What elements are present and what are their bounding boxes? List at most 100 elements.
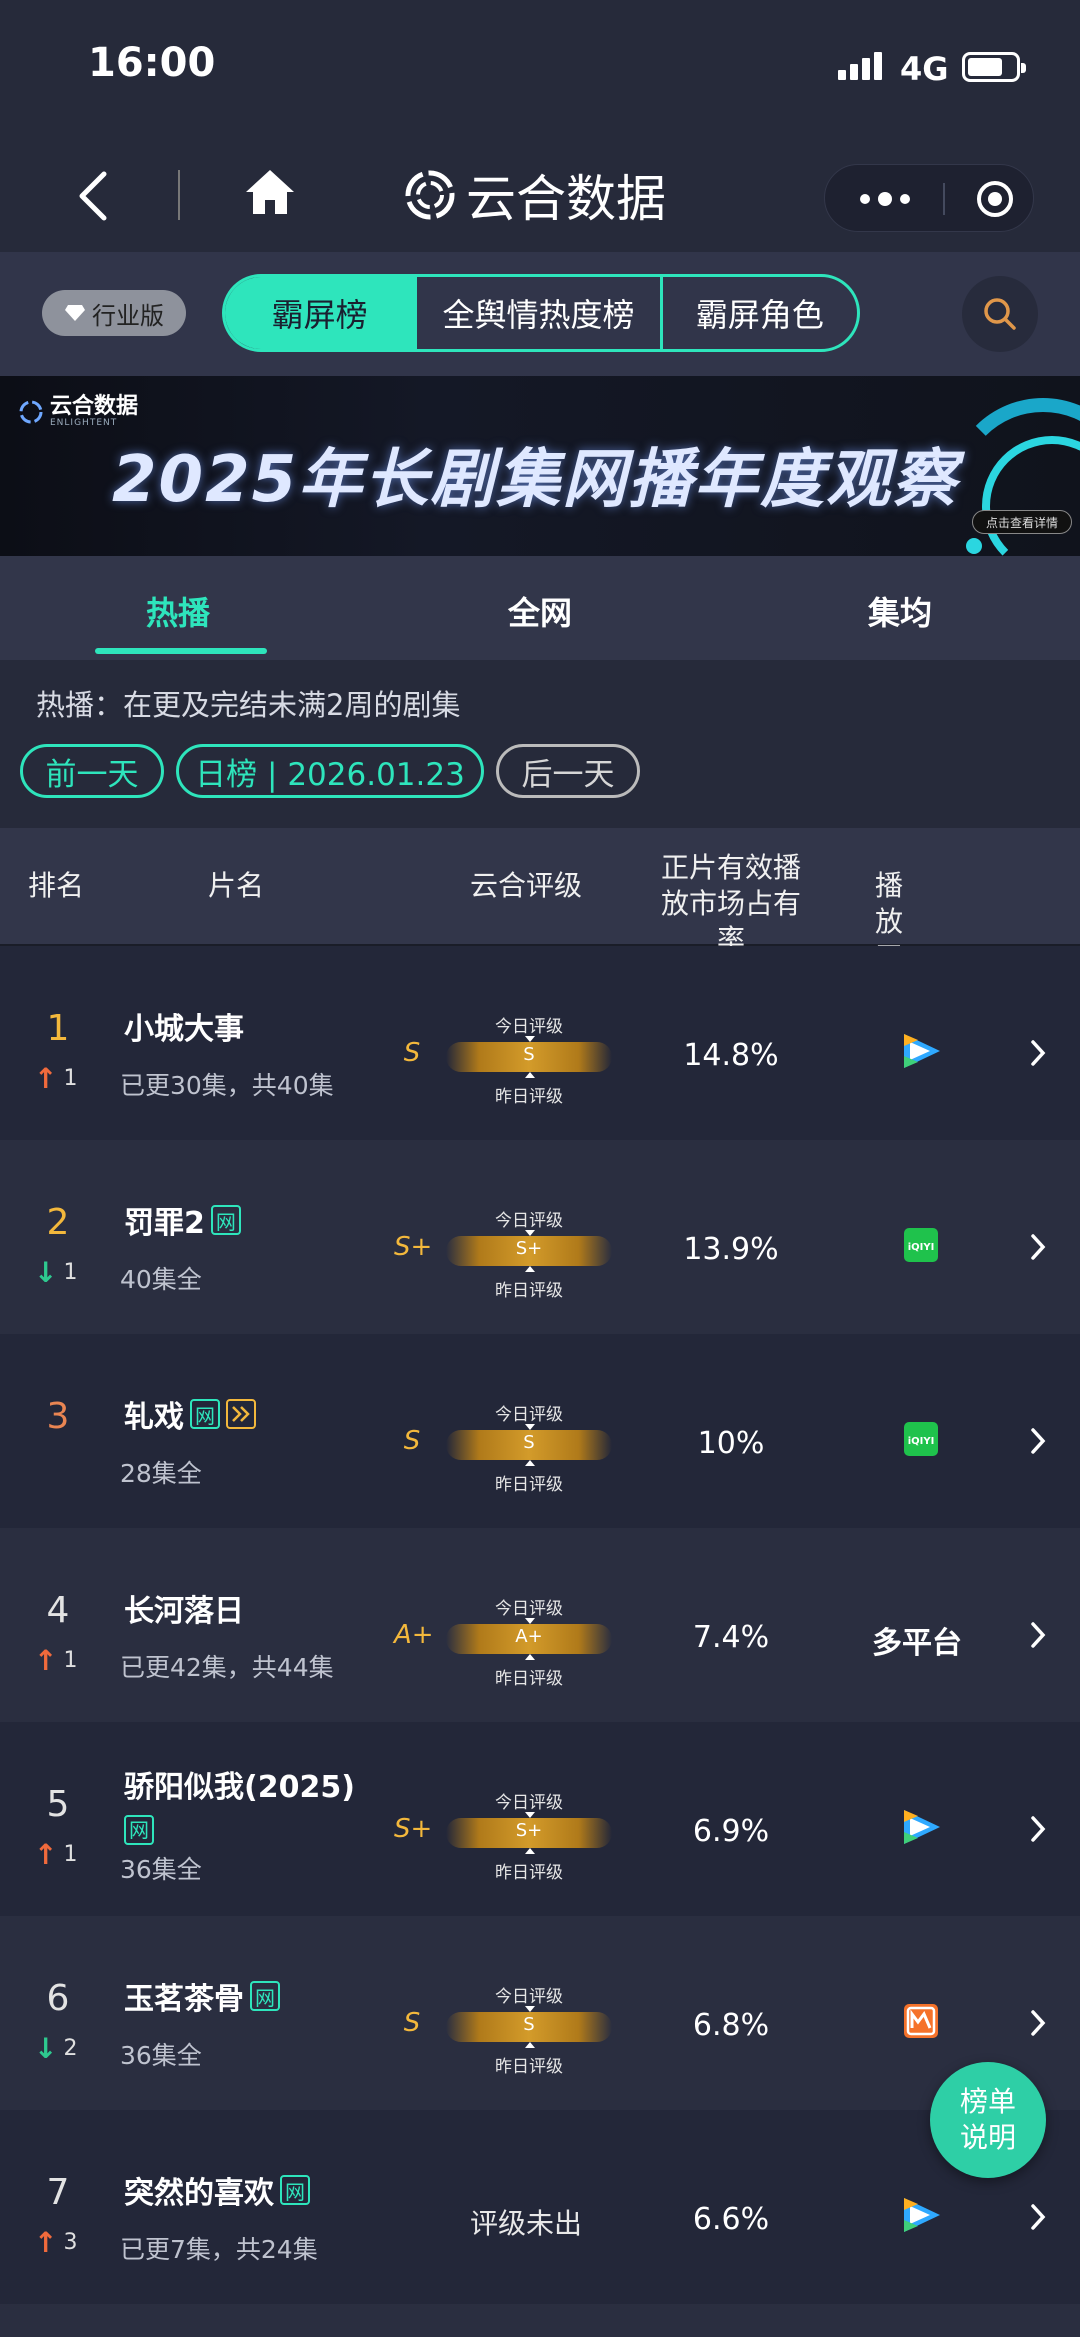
rank-number: 4	[46, 1590, 70, 1631]
list-description: 热播：在更及完结未满2周的剧集	[36, 688, 461, 722]
miniprogram-capsule	[824, 164, 1034, 232]
promo-banner[interactable]: 云合数据 ENLIGHTENT 2025年长剧集网播年度观察 点击查看详情	[0, 376, 1080, 556]
grade-today-label: 今日评级	[495, 1599, 563, 1619]
drama-title: 长河落日	[124, 1594, 244, 1629]
episode-info: 已更30集，共40集	[120, 1071, 334, 1100]
header-platform: 播放平台	[874, 869, 903, 1010]
signal-icon	[838, 52, 886, 80]
drama-title: 骄阳似我(2025) 网	[124, 1768, 355, 1848]
chevron-right-icon[interactable]	[1028, 2008, 1048, 2038]
rank-number: 5	[46, 1784, 70, 1825]
grade-letter: S	[403, 1038, 421, 1068]
search-button[interactable]	[962, 276, 1038, 352]
header-rank: 排名	[28, 869, 85, 902]
next-day-button[interactable]: 后一天	[496, 744, 640, 798]
episode-info: 36集全	[120, 2041, 202, 2070]
table-row[interactable]: 3 轧戏网 28集全 S 今日评级 S 昨日评级 10% iQIYI	[0, 1334, 1080, 1528]
arrow-up-icon: ↑	[34, 1838, 58, 1871]
chevron-right-icon[interactable]	[1028, 1232, 1048, 1262]
tencent-video-icon	[904, 2198, 940, 2232]
ranking-explanation-button[interactable]: 榜单 说明	[930, 2062, 1046, 2178]
segment-characters[interactable]: 霸屏角色	[663, 277, 857, 349]
web-drama-tag: 网	[250, 1981, 280, 2011]
battery-icon	[962, 52, 1026, 82]
grade-yesterday-label: 昨日评级	[495, 1087, 563, 1107]
grade-bar: S	[446, 1424, 612, 1466]
grade-yesterday-label: 昨日评级	[495, 1281, 563, 1301]
iqiyi-icon: iQIYI	[904, 1422, 938, 1456]
grade-bar: S+	[446, 1812, 612, 1854]
rank-change: ↓ 1	[34, 1256, 78, 1289]
segment-screen-dominance[interactable]: 霸屏榜	[225, 277, 418, 349]
banner-detail-button[interactable]: 点击查看详情	[972, 510, 1072, 534]
table-row	[0, 2304, 1080, 2337]
page-title: 云合数据	[404, 160, 666, 230]
yunhe-logo-icon	[405, 170, 455, 220]
grade-today-label: 今日评级	[495, 1793, 563, 1813]
drama-title: 小城大事	[124, 1012, 244, 1047]
chevron-right-icon[interactable]	[1028, 1038, 1048, 1068]
grade-letter: S+	[394, 1232, 433, 1262]
rank-number: 7	[46, 2172, 70, 2213]
grade-letter: S	[403, 2008, 421, 2038]
tab-all-network[interactable]: 全网	[508, 588, 572, 634]
grade-today-label: 今日评级	[495, 1017, 563, 1037]
status-time: 16:00	[88, 40, 216, 86]
table-row[interactable]: 1 ↑ 1 小城大事 已更30集，共40集 S 今日评级 S 昨日评级 14.8%	[0, 946, 1080, 1140]
industry-edition-badge[interactable]: 行业版	[42, 290, 186, 336]
table-row[interactable]: 2 ↓ 1 罚罪2 网 40集全 S+ 今日评级 S+ 昨日评级 13.9% iQI…	[0, 1140, 1080, 1334]
chevron-right-icon[interactable]	[1028, 2202, 1048, 2232]
market-share: 6.6%	[692, 2202, 770, 2237]
grade-today-label: 今日评级	[495, 1211, 563, 1231]
web-drama-tag: 网	[190, 1399, 220, 1429]
table-row[interactable]: 6 ↓ 2 玉茗茶骨网 36集全 S 今日评级 S 昨日评级 6.8%	[0, 1916, 1080, 2110]
rank-change: ↑ 3	[34, 2226, 78, 2259]
market-share: 10%	[697, 1426, 765, 1461]
market-share: 14.8%	[683, 1038, 779, 1073]
drama-title: 轧戏网	[124, 1392, 256, 1436]
mango-tv-icon	[904, 2004, 938, 2038]
header-title: 片名	[208, 869, 265, 902]
prev-day-button[interactable]: 前一天	[20, 744, 164, 798]
chevron-right-icon[interactable]	[1028, 1814, 1048, 1844]
header-share: 正片有效播放市场占有率	[660, 851, 801, 956]
web-drama-tag: 网	[210, 1205, 241, 1235]
back-icon[interactable]	[70, 168, 120, 224]
ranking-segmented-control: 霸屏榜 全舆情热度榜 霸屏角色	[222, 274, 860, 352]
more-icon[interactable]	[855, 185, 915, 213]
rank-number: 1	[46, 1008, 70, 1049]
nav-divider	[178, 170, 180, 220]
grade-yesterday-label: 昨日评级	[495, 2057, 563, 2077]
home-icon[interactable]	[240, 162, 300, 222]
date-picker[interactable]: 日榜 | 2026.01.23	[176, 744, 484, 798]
grade-bar: S	[446, 2006, 612, 2048]
multi-platform-label: 多平台	[872, 1626, 962, 1661]
grade-letter: A+	[394, 1620, 434, 1650]
arrow-up-icon: ↑	[34, 2226, 58, 2259]
chevron-right-icon[interactable]	[1028, 1620, 1048, 1650]
iqiyi-icon: iQIYI	[904, 1228, 938, 1262]
table-row[interactable]: 5 ↑ 1 骄阳似我(2025) 网 36集全 S+ 今日评级 S+ 昨日评级 6.…	[0, 1722, 1080, 1916]
tab-hot[interactable]: 热播	[146, 588, 210, 634]
market-share: 6.9%	[692, 1814, 770, 1849]
tencent-video-icon	[904, 1034, 940, 1068]
web-drama-tag: 网	[124, 1815, 154, 1845]
table-row[interactable]: 7 ↑ 3 突然的喜欢网 已更7集，共24集 评级未出 6.6%	[0, 2110, 1080, 2304]
search-icon	[984, 298, 1016, 330]
close-miniprogram-icon[interactable]	[975, 179, 1015, 219]
rank-change: ↑ 1	[34, 1062, 78, 1095]
chevron-right-icon[interactable]	[1028, 1426, 1048, 1456]
nav-bar: 云合数据	[0, 140, 1080, 252]
grade-letter: S	[403, 1426, 421, 1456]
svg-text:iQIYI: iQIYI	[908, 1436, 935, 1447]
grade-today-label: 今日评级	[495, 1987, 563, 2007]
tab-per-episode[interactable]: 集均	[868, 588, 932, 634]
episode-info: 已更42集，共44集	[120, 1653, 334, 1682]
grade-bar: S	[446, 1036, 612, 1078]
grade-yesterday-label: 昨日评级	[495, 1669, 563, 1689]
table-row[interactable]: 4 ↑ 1 长河落日 已更42集，共44集 A+ 今日评级 A+ 昨日评级 7.4…	[0, 1528, 1080, 1722]
market-share: 13.9%	[683, 1232, 779, 1267]
grade-letter: S+	[394, 1814, 433, 1844]
diamond-icon	[65, 305, 85, 321]
segment-public-opinion[interactable]: 全舆情热度榜	[417, 277, 663, 349]
